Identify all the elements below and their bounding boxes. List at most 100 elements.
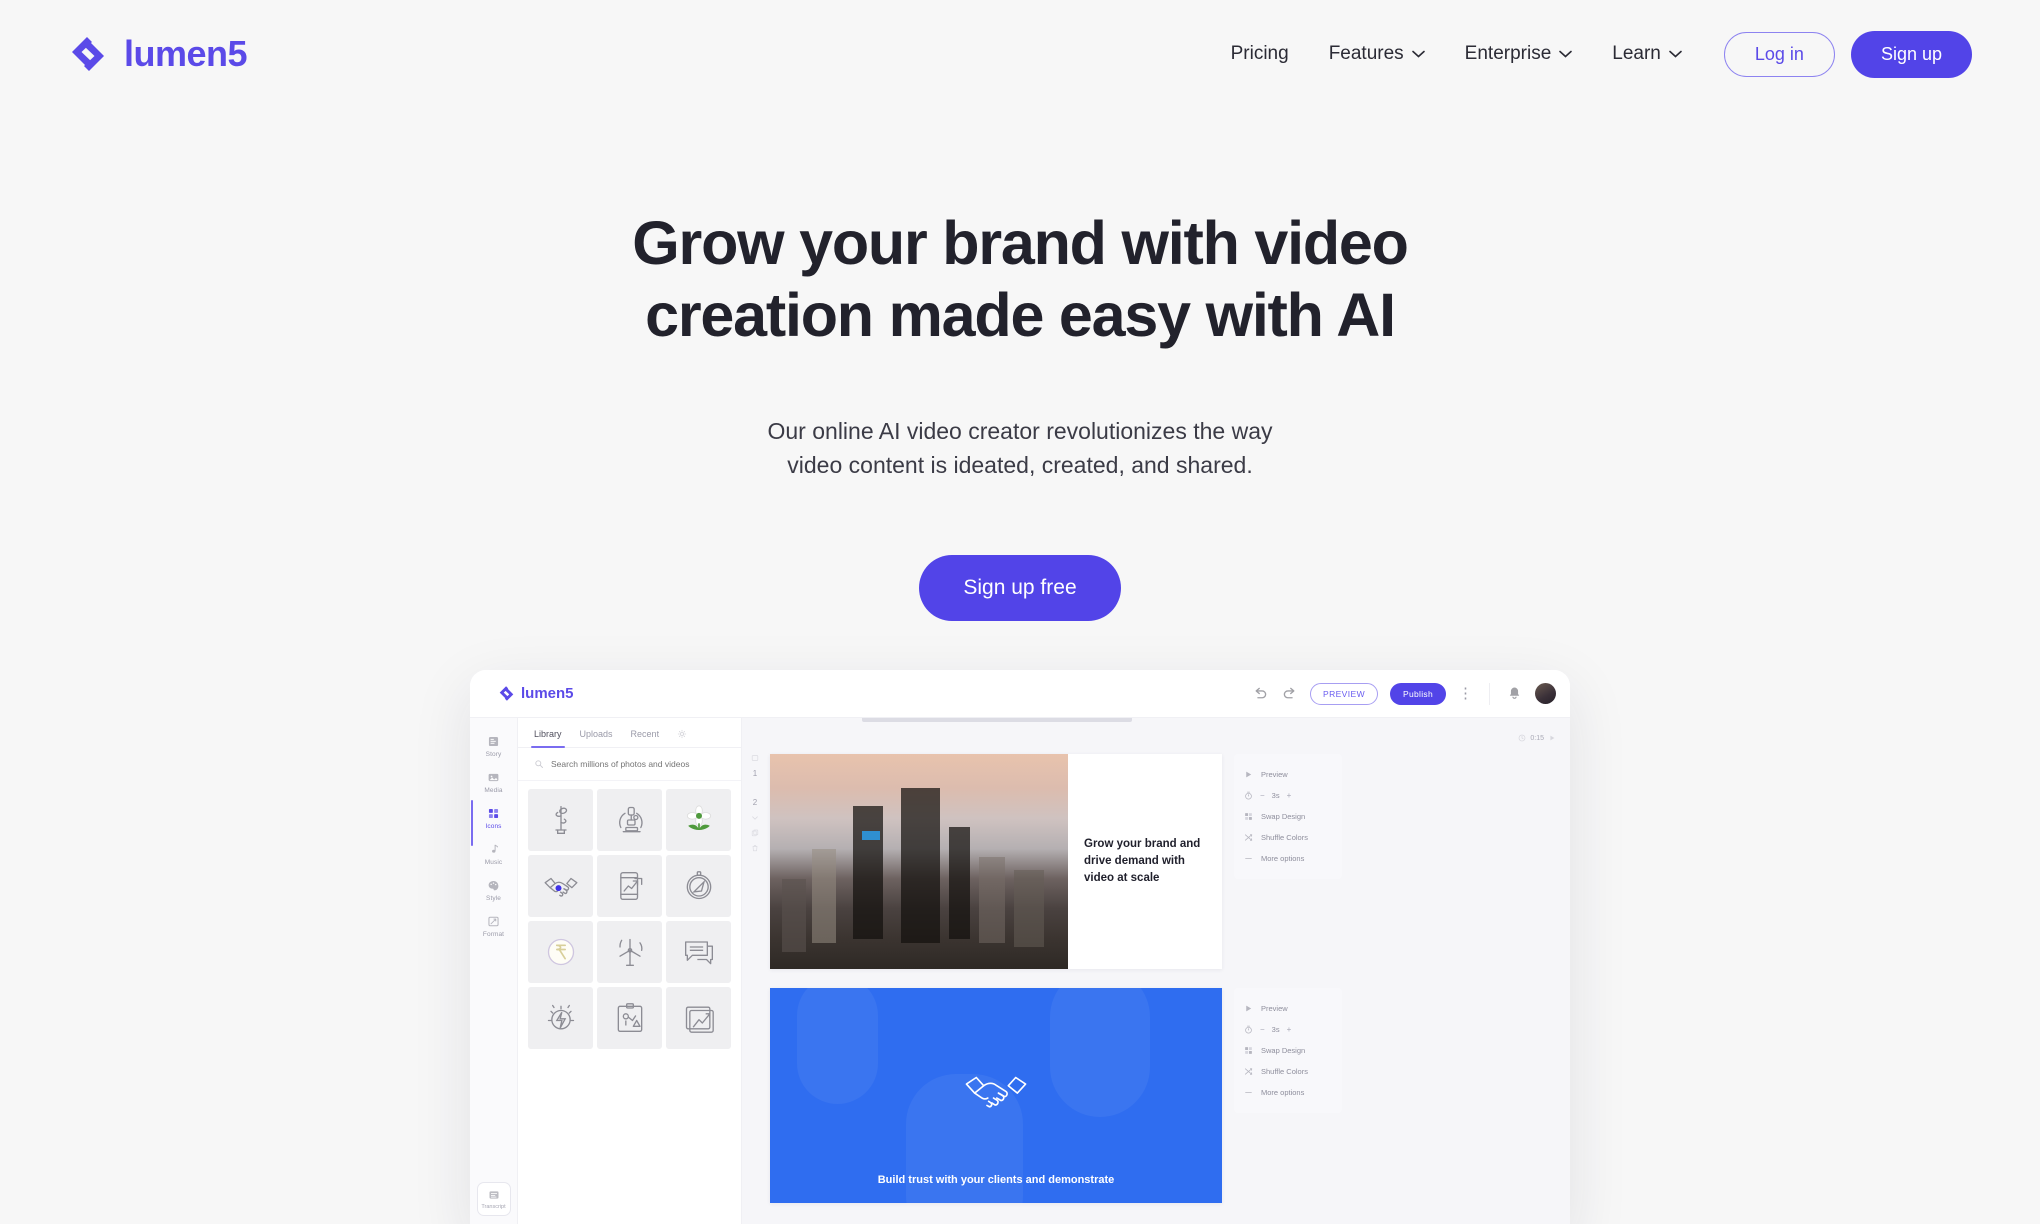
more-menu-icon[interactable]: ⋮ [1458,686,1473,701]
ctx-shuffle-colors[interactable]: Shuffle Colors [1234,827,1342,848]
shuffle-colors-icon [1244,834,1253,841]
icon-cell-wind-turbine[interactable] [597,921,662,983]
ctx-swap-design[interactable]: Swap Design [1234,806,1342,827]
nav-item-learn[interactable]: Learn [1592,43,1702,65]
ctx-swap-design[interactable]: Swap Design [1234,1040,1342,1061]
tab-library[interactable]: Library [531,729,564,748]
brand-logo[interactable]: lumen5 [68,33,248,75]
icon-cell-caduceus[interactable] [528,789,593,851]
play-icon[interactable] [1548,734,1556,742]
duration-increase-button[interactable]: + [1287,791,1292,800]
ctx-shuffle-colors[interactable]: Shuffle Colors [1234,1061,1342,1082]
page-title: Grow your brand with video creation made… [0,208,2040,352]
microscope-icon [618,806,643,833]
icon-cell-compass[interactable] [666,855,731,917]
hero-sub-line-1: Our online AI video creator revolutioniz… [767,417,1273,444]
signup-button[interactable]: Sign up [1850,30,1972,78]
sidebar-item-icons[interactable]: Icons [470,800,516,846]
wind-turbine-icon [618,938,642,966]
sidebar-label: Style [486,895,501,902]
editor-body: Story Media Icons Music Style Format Tra… [470,718,1570,1224]
scene-photo-city-skyline [770,754,1068,969]
tab-uploads[interactable]: Uploads [580,729,613,747]
icon-cell-handshake[interactable] [528,855,593,917]
sidebar-item-transcript[interactable]: Transcript [476,1182,511,1216]
ctx-more-options[interactable]: More options [1234,848,1342,869]
timer-icon [1245,791,1252,800]
nav-item-pricing[interactable]: Pricing [1211,43,1309,65]
ctx-label: More options [1261,1088,1305,1097]
duration-decrease-button[interactable]: − [1260,791,1265,800]
avatar[interactable] [1535,683,1556,704]
library-panel: Library Uploads Recent [518,718,742,1224]
nav-label: Features [1328,43,1404,64]
format-crop-icon [488,916,499,927]
sidebar-label: Music [484,859,503,866]
clock-icon [1519,734,1526,742]
notification-bell-icon[interactable] [1506,685,1523,702]
icon-cell-solar-energy[interactable] [528,987,593,1049]
scene-text-block[interactable]: Grow your brand and drive demand with vi… [1068,754,1222,969]
scene-headline: Grow your brand and drive demand with vi… [1084,838,1201,884]
sidebar-item-story[interactable]: Story [472,728,516,764]
landing-page: lumen5 Pricing Features Enterprise Learn… [0,0,2040,1224]
chevron-down-icon [1411,50,1425,58]
icon-cell-phone-growth[interactable] [597,855,662,917]
tab-recent[interactable]: Recent [631,729,660,747]
ctx-preview[interactable]: Preview [1234,764,1342,785]
timer-icon [1245,1025,1252,1034]
scene-card-photo-text[interactable]: Grow your brand and drive demand with vi… [770,754,1222,969]
sidebar-label: Format [482,931,505,938]
icons-grid-icon [488,808,499,819]
preview-button[interactable]: PREVIEW [1310,682,1379,705]
lumen5-diamond-logo-icon [499,686,514,701]
icon-cell-rupee-coin[interactable] [528,921,593,983]
ctx-preview[interactable]: Preview [1234,998,1342,1019]
nav-item-enterprise[interactable]: Enterprise [1445,43,1593,65]
solar-energy-icon [547,1004,574,1030]
icon-cell-speech-bubbles[interactable] [666,921,731,983]
login-button[interactable]: Log in [1723,31,1835,77]
more-options-icon [1245,858,1252,859]
signup-free-button[interactable]: Sign up free [919,554,1121,621]
search-input[interactable] [551,759,725,769]
scene-2[interactable]: Build trust with your clients and demons… [770,988,1342,1203]
scene-gutter-1: 1 [751,744,759,788]
ctx-more-options[interactable]: More options [1234,1082,1342,1103]
icon-cell-flower[interactable] [666,789,731,851]
app-mockup: lumen5 PREVIEW Publish ⋮ Story Media Ico… [470,670,1570,1224]
duration-decrease-button[interactable]: − [1260,1025,1265,1034]
nav-item-features[interactable]: Features [1309,43,1445,65]
sidebar-item-style[interactable]: Style [472,872,516,908]
duration-increase-button[interactable]: + [1287,1025,1292,1034]
gear-icon[interactable] [677,729,687,739]
framed-chart-icon [685,1006,714,1033]
sidebar-item-music[interactable]: Music [472,836,516,872]
nav-label: Learn [1612,43,1661,64]
chevron-down-icon[interactable] [751,814,759,822]
search-bar[interactable] [518,748,741,781]
redo-arrow-icon[interactable] [1281,685,1298,702]
icon-cell-framed-chart[interactable] [666,987,731,1049]
delete-icon[interactable] [751,844,759,852]
scene-gutter: 1 2 [742,744,768,862]
publish-button[interactable]: Publish [1390,682,1446,705]
storyboard-canvas: 0:15 1 2 Grow your brand and drive deman… [742,718,1570,1224]
editor-brand[interactable]: lumen5 [484,685,574,702]
sidebar-item-media[interactable]: Media [472,764,516,800]
sidebar-item-format[interactable]: Format [472,908,516,944]
scene-progress-strip [862,718,1132,722]
ctx-duration: − 3s + [1234,1019,1342,1040]
copy-icon[interactable] [751,829,759,837]
scene-1[interactable]: Grow your brand and drive demand with vi… [770,754,1342,969]
scene-number: 2 [752,798,758,807]
icon-cell-clipboard-analytics[interactable] [597,987,662,1049]
scene-thumb-icon[interactable] [751,754,759,762]
transcript-icon [489,1191,498,1199]
icon-cell-microscope[interactable] [597,789,662,851]
ctx-label: Shuffle Colors [1261,833,1308,842]
undo-arrow-icon[interactable] [1252,685,1269,702]
scene-context-menu-2: Preview − 3s + Swap Design Shuffle Color… [1234,988,1342,1113]
scene-card-blue[interactable]: Build trust with your clients and demons… [770,988,1222,1203]
style-paint-icon [488,880,499,891]
